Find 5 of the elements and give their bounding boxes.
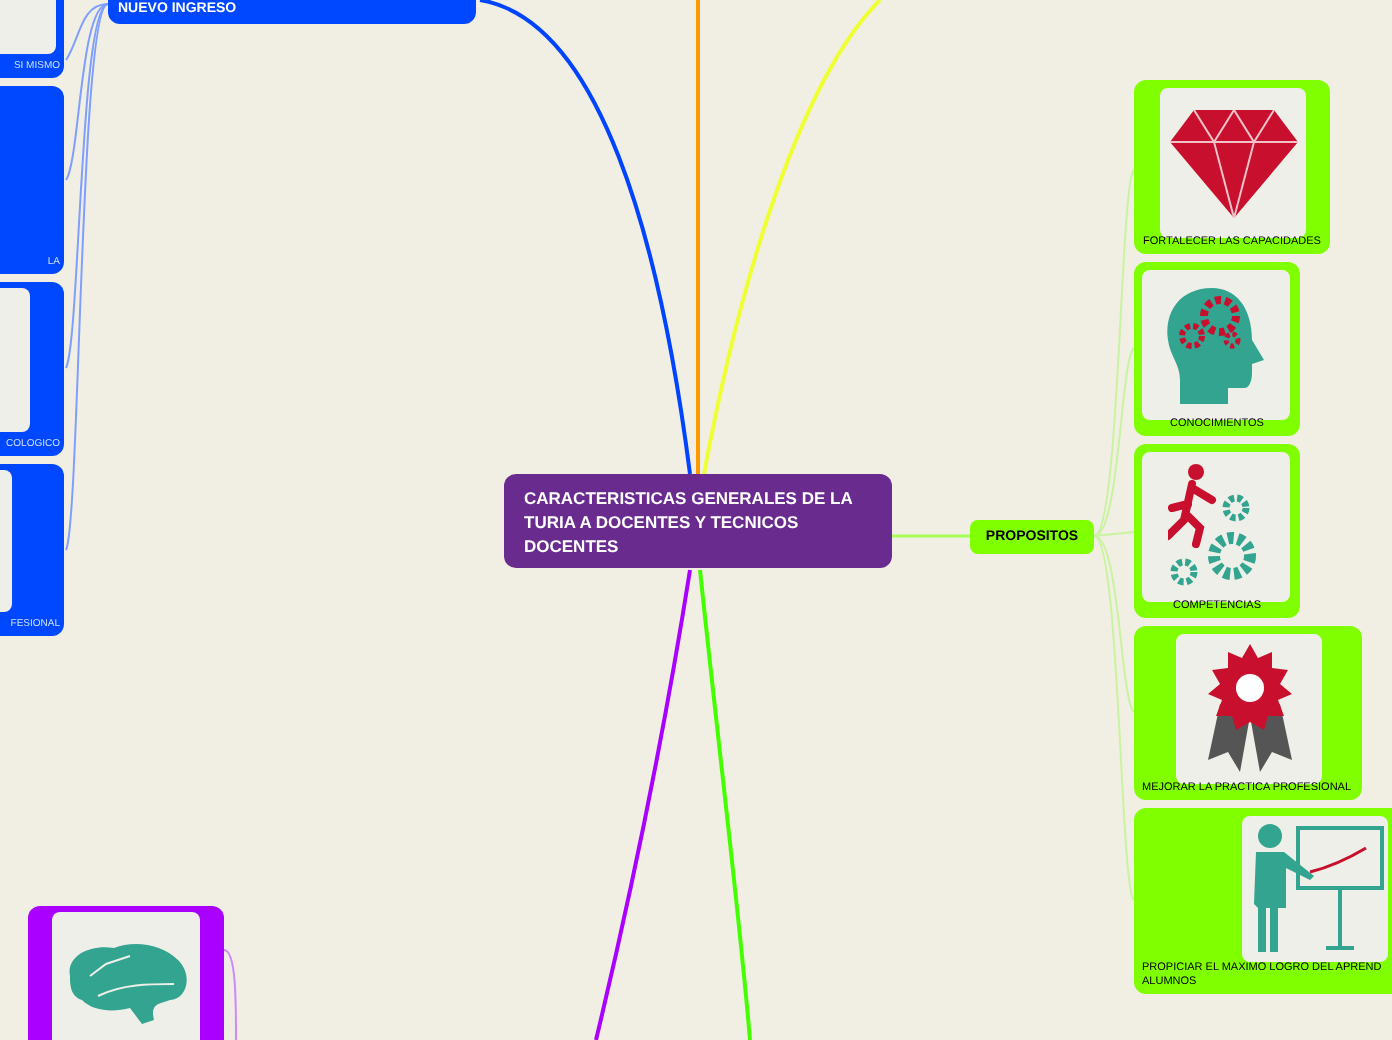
award-ribbon-icon xyxy=(1203,643,1295,775)
branch-line xyxy=(892,534,970,538)
gem-icon xyxy=(1169,109,1297,217)
central-topic: CARACTERISTICAS GENERALES DE LA TURIA A DOCENTES Y TECNICOS DOCENTES xyxy=(504,474,892,568)
connector-line xyxy=(223,949,237,1040)
